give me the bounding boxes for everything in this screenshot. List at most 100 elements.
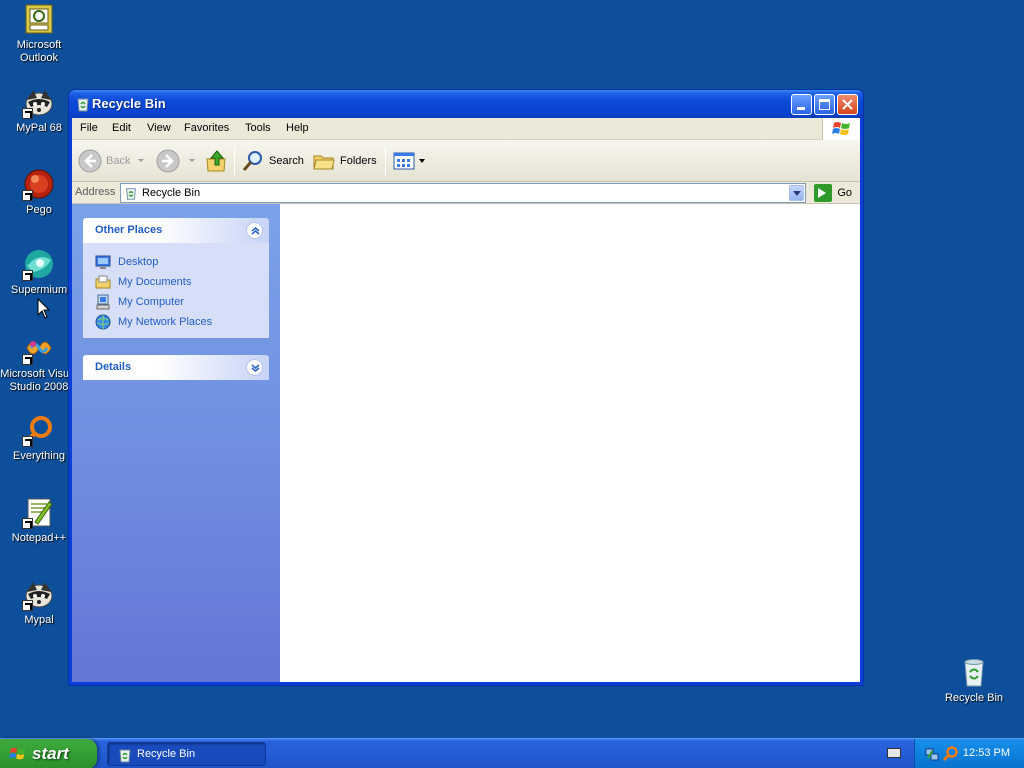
address-dropdown-button[interactable] xyxy=(789,185,804,201)
desktop-icon-supermium[interactable]: Supermium xyxy=(0,248,78,297)
taskbar: start Recycle Bin 12:53 PM xyxy=(0,738,1024,768)
supermium-icon xyxy=(22,248,55,281)
toolbar-separator xyxy=(385,146,386,176)
clock[interactable]: 12:53 PM xyxy=(963,747,1010,759)
pego-icon xyxy=(22,168,55,201)
other-places-title: Other Places xyxy=(95,224,163,236)
menu-file[interactable]: File xyxy=(80,122,98,134)
desktop-icon-recycle-bin[interactable]: Recycle Bin xyxy=(935,656,1013,705)
system-tray: 12:53 PM xyxy=(914,739,1024,768)
recycle-bin-icon xyxy=(958,656,990,688)
place-link-label: Desktop xyxy=(118,256,159,268)
desktop-icon-label: Notepad++ xyxy=(11,532,67,544)
details-title: Details xyxy=(95,361,132,373)
minimize-icon xyxy=(797,107,805,110)
views-dropdown-icon xyxy=(419,159,425,163)
place-link-label: My Computer xyxy=(118,296,185,308)
folders-label: Folders xyxy=(340,155,377,167)
other-places-header[interactable]: Other Places xyxy=(83,218,269,243)
place-link-my-computer[interactable]: My Computer xyxy=(95,292,269,312)
address-label: Address xyxy=(75,186,116,198)
search-icon xyxy=(242,151,262,171)
collapse-button[interactable] xyxy=(246,222,263,239)
place-link-desktop[interactable]: Desktop xyxy=(95,252,269,272)
go-button[interactable]: Go xyxy=(814,184,852,202)
place-link-label: My Documents xyxy=(118,276,192,288)
forward-button[interactable] xyxy=(156,149,180,173)
folders-button[interactable]: Folders xyxy=(312,149,377,173)
menu-tools[interactable]: Tools xyxy=(245,122,271,134)
desktop-icon-visual-studio[interactable]: Microsoft Visual Studio 2008 xyxy=(0,332,78,394)
expand-button[interactable] xyxy=(246,359,263,376)
desktop-icon-label: Pego xyxy=(26,204,52,216)
chevron-down-icon xyxy=(251,364,260,372)
recycle-bin-icon xyxy=(117,747,133,763)
desktop-icon-pego[interactable]: Pego xyxy=(0,168,78,217)
notepadpp-icon xyxy=(22,496,55,529)
desktop-icon xyxy=(95,254,111,270)
minimize-button[interactable] xyxy=(791,94,812,115)
desktop-icon-label: Mypal xyxy=(24,614,54,626)
up-folder-button[interactable] xyxy=(205,149,229,173)
desktop-icon-label: MyPal 68 xyxy=(16,122,62,134)
desktop-icon-everything[interactable]: Everything xyxy=(0,414,78,463)
desktop-icon-outlook[interactable]: Microsoft Outlook xyxy=(0,3,78,65)
details-panel: Details xyxy=(83,355,269,380)
start-button[interactable]: start xyxy=(0,739,97,768)
back-button[interactable]: Back xyxy=(78,149,130,173)
mypal-icon xyxy=(22,578,55,611)
menu-view[interactable]: View xyxy=(147,122,171,134)
outlook-icon xyxy=(23,3,55,35)
shortcut-arrow-icon xyxy=(22,518,33,529)
shortcut-arrow-icon xyxy=(22,354,33,365)
shortcut-arrow-icon xyxy=(22,190,33,201)
details-header[interactable]: Details xyxy=(83,355,269,380)
desktop-icon-label: Microsoft Outlook xyxy=(16,39,62,64)
views-button[interactable] xyxy=(392,149,425,173)
other-places-panel: Other Places Desktop My Documents My Com… xyxy=(83,218,269,338)
place-link-my-network-places[interactable]: My Network Places xyxy=(95,312,269,332)
menu-edit[interactable]: Edit xyxy=(112,122,131,134)
place-link-label: My Network Places xyxy=(118,316,213,328)
chevron-up-icon xyxy=(251,227,260,235)
start-label: start xyxy=(32,744,69,763)
windows-logo-icon xyxy=(9,747,26,760)
taskbar-button-label: Recycle Bin xyxy=(137,748,196,760)
desktop-icon-label: Supermium xyxy=(10,284,68,296)
my-computer-icon xyxy=(95,294,111,310)
recycle-bin-icon xyxy=(75,96,91,112)
chevron-down-icon xyxy=(793,191,801,196)
shortcut-arrow-icon xyxy=(22,436,33,447)
mouse-cursor-icon xyxy=(37,298,51,319)
recycle-bin-window: Recycle Bin File Edit View Favorites Too… xyxy=(68,89,864,686)
keyboard-icon[interactable] xyxy=(887,748,901,758)
network-tray-icon[interactable] xyxy=(924,746,940,762)
menu-help[interactable]: Help xyxy=(286,122,309,134)
back-dropdown-icon[interactable] xyxy=(138,159,144,162)
maximize-button[interactable] xyxy=(814,94,835,115)
place-link-my-documents[interactable]: My Documents xyxy=(95,272,269,292)
forward-arrow-icon xyxy=(156,149,180,173)
search-tray-icon[interactable] xyxy=(942,746,959,762)
address-input[interactable]: Recycle Bin xyxy=(120,183,806,203)
desktop-icon-notepadpp[interactable]: Notepad++ xyxy=(0,496,78,545)
mypal-icon xyxy=(22,86,55,119)
network-places-icon xyxy=(95,314,111,330)
window-titlebar[interactable]: Recycle Bin xyxy=(69,90,863,118)
taskbar-button-recycle-bin[interactable]: Recycle Bin xyxy=(107,742,266,766)
windows-logo-icon xyxy=(822,118,860,140)
desktop-icon-mypal-68[interactable]: MyPal 68 xyxy=(0,86,78,135)
desktop-icon-mypal[interactable]: Mypal xyxy=(0,578,78,627)
recycle-bin-icon xyxy=(124,186,138,200)
close-icon xyxy=(842,99,853,110)
back-arrow-icon xyxy=(78,149,102,173)
back-label: Back xyxy=(106,155,131,167)
forward-dropdown-icon[interactable] xyxy=(189,159,195,162)
search-button[interactable]: Search xyxy=(241,149,304,173)
menu-favorites[interactable]: Favorites xyxy=(184,122,229,134)
go-label: Go xyxy=(837,187,852,199)
task-pane: Other Places Desktop My Documents My Com… xyxy=(72,204,280,682)
file-list-area[interactable] xyxy=(280,204,860,682)
folders-icon xyxy=(313,155,335,170)
close-button[interactable] xyxy=(837,94,858,115)
